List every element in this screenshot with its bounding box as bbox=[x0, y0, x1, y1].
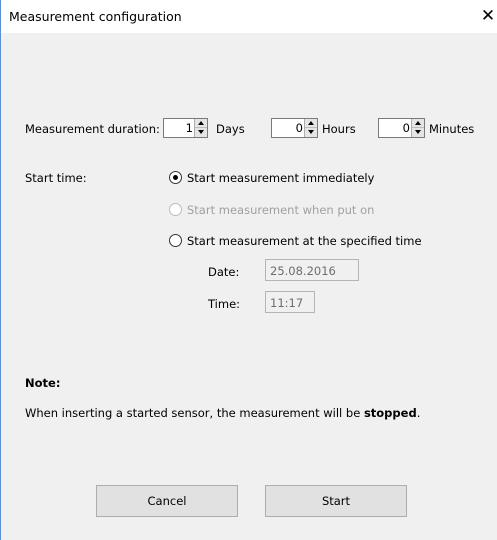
close-icon[interactable]: ✕ bbox=[479, 6, 497, 26]
cancel-button[interactable]: Cancel bbox=[96, 485, 238, 517]
spin-up-icon bbox=[308, 121, 314, 125]
spin-up-icon bbox=[415, 121, 421, 125]
radio-start-specified-time[interactable] bbox=[169, 234, 182, 247]
hours-value: 0 bbox=[295, 121, 303, 135]
radio-start-immediately-label[interactable]: Start measurement immediately bbox=[187, 171, 374, 185]
time-value: 11:17 bbox=[270, 296, 304, 310]
hours-spin-buttons bbox=[304, 119, 317, 137]
days-decrement-button[interactable] bbox=[195, 128, 207, 137]
time-field: 11:17 bbox=[265, 291, 315, 313]
minutes-value: 0 bbox=[402, 121, 410, 135]
date-field: 25.08.2016 bbox=[265, 259, 359, 281]
title-bar: Measurement configuration ✕ bbox=[1, 0, 497, 33]
measurement-duration-label: Measurement duration: bbox=[25, 122, 160, 136]
note-text-before: When inserting a started sensor, the mea… bbox=[25, 406, 364, 420]
start-time-label: Start time: bbox=[25, 171, 87, 185]
minutes-decrement-button[interactable] bbox=[412, 128, 424, 137]
spin-down-icon bbox=[198, 130, 204, 134]
days-unit-label: Days bbox=[216, 122, 245, 136]
days-spin-buttons bbox=[194, 119, 207, 137]
radio-start-immediately[interactable] bbox=[169, 171, 182, 184]
note-text: When inserting a started sensor, the mea… bbox=[25, 406, 420, 420]
spin-up-icon bbox=[198, 121, 204, 125]
hours-spinbox[interactable]: 0 bbox=[271, 118, 318, 138]
time-label: Time: bbox=[208, 297, 241, 311]
date-label: Date: bbox=[208, 265, 240, 279]
days-spinbox[interactable]: 1 bbox=[163, 118, 208, 138]
start-button[interactable]: Start bbox=[265, 485, 407, 517]
radio-start-specified-time-label[interactable]: Start measurement at the specified time bbox=[187, 234, 422, 248]
minutes-increment-button[interactable] bbox=[412, 119, 424, 128]
days-increment-button[interactable] bbox=[195, 119, 207, 128]
hours-decrement-button[interactable] bbox=[305, 128, 317, 137]
note-text-bold: stopped bbox=[363, 406, 417, 420]
days-value: 1 bbox=[185, 121, 193, 135]
radio-start-when-put-on bbox=[169, 203, 182, 216]
radio-start-when-put-on-label: Start measurement when put on bbox=[187, 203, 375, 217]
note-text-after: . bbox=[416, 406, 421, 420]
hours-increment-button[interactable] bbox=[305, 119, 317, 128]
date-value: 25.08.2016 bbox=[270, 264, 336, 278]
hours-unit-label: Hours bbox=[322, 122, 356, 136]
note-heading: Note: bbox=[25, 376, 61, 390]
spin-down-icon bbox=[415, 130, 421, 134]
minutes-spinbox[interactable]: 0 bbox=[378, 118, 425, 138]
minutes-spin-buttons bbox=[411, 119, 424, 137]
measurement-configuration-dialog: Measurement configuration ✕ Measurement … bbox=[0, 0, 497, 540]
minutes-unit-label: Minutes bbox=[429, 122, 475, 136]
window-title: Measurement configuration bbox=[9, 9, 182, 24]
spin-down-icon bbox=[308, 130, 314, 134]
